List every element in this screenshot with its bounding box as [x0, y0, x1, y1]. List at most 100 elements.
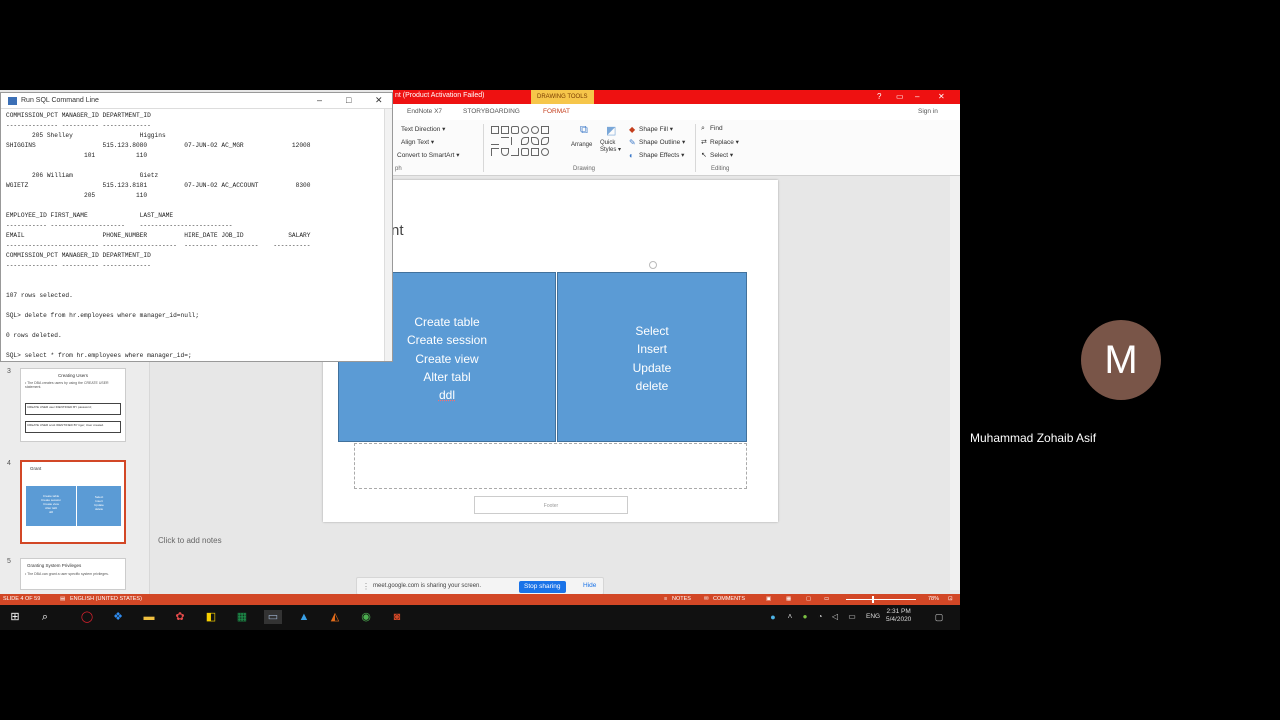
arc-shape-icon[interactable]	[541, 137, 549, 145]
convert-smartart-button[interactable]: Convert to SmartArt ▾	[397, 151, 460, 159]
network-icon[interactable]: ◔	[813, 610, 827, 624]
excel-icon[interactable]: ▦	[235, 610, 249, 624]
footer-placeholder[interactable]: Footer	[474, 496, 628, 514]
opera-icon[interactable]: ◯	[80, 610, 94, 624]
slide-thumbnail-4[interactable]: Grant Create table Create session Create…	[20, 460, 126, 544]
textbox-shape-icon[interactable]	[501, 126, 509, 134]
rectangle-shape-icon[interactable]	[491, 126, 499, 134]
brace-shape-icon[interactable]	[521, 148, 529, 156]
zoom-slider-thumb[interactable]	[872, 596, 874, 603]
zoom-slider[interactable]	[846, 599, 916, 600]
tray-clock[interactable]: 2:31 PM 5/4/2020	[886, 608, 911, 624]
shape-outline-icon[interactable]: ✎	[629, 138, 636, 147]
slideshow-icon[interactable]: ▭	[824, 596, 829, 602]
slide-thumbnail-5[interactable]: Granting System Privileges • The DBA can…	[20, 558, 126, 590]
shapes-gallery[interactable]	[489, 124, 565, 158]
tab-format[interactable]: FORMAT	[543, 108, 570, 115]
drag-handle-icon[interactable]: ⋮	[362, 582, 370, 591]
notes-placeholder[interactable]: Click to add notes	[158, 536, 222, 545]
arrow-shape-icon[interactable]	[511, 137, 519, 145]
language-indicator[interactable]: ENGLISH (UNITED STATES)	[70, 596, 142, 602]
shape-effects-icon[interactable]: ◐	[629, 151, 634, 160]
reading-view-icon[interactable]: ▢	[806, 596, 811, 602]
square-shape-icon[interactable]	[541, 126, 549, 134]
rotate-handle-icon[interactable]	[649, 261, 657, 269]
tab-endnote[interactable]: EndNote X7	[407, 108, 442, 115]
oval-shape-icon[interactable]	[521, 126, 529, 134]
rounded-rect-shape-icon[interactable]	[511, 126, 519, 134]
keyboard-icon[interactable]: ▭	[845, 610, 859, 624]
minimize-icon[interactable]: –	[915, 92, 919, 101]
bracket-shape-icon[interactable]	[531, 137, 539, 145]
sql-scrollbar[interactable]	[384, 109, 392, 361]
sql-console-output[interactable]: COMMISSION_PCT MANAGER_ID DEPARTMENT_ID …	[1, 109, 384, 361]
volume-icon[interactable]: ◁	[828, 610, 842, 624]
maximize-icon[interactable]: □	[346, 95, 351, 105]
notes-toggle[interactable]: NOTES	[672, 596, 691, 602]
select-icon[interactable]: ↖	[701, 151, 707, 159]
shape-fill-button[interactable]: Shape Fill ▾	[639, 125, 673, 133]
help-icon[interactable]: ●	[766, 610, 780, 624]
chrome-icon[interactable]: ◉	[359, 610, 373, 624]
input-language[interactable]: ENG	[866, 613, 880, 620]
settings-icon[interactable]: ✿	[173, 610, 187, 624]
photos-icon[interactable]: ▲	[297, 610, 311, 624]
shape-effects-button[interactable]: Shape Effects ▾	[639, 151, 684, 159]
line-shape-icon[interactable]	[501, 137, 509, 145]
powerpoint-icon[interactable]: ◙	[390, 610, 404, 624]
search-icon[interactable]: ⌕	[38, 610, 52, 624]
align-text-button[interactable]: Align Text ▾	[401, 138, 434, 146]
tray-app-icon[interactable]: ●	[798, 610, 812, 624]
find-button[interactable]: Find	[710, 125, 723, 132]
file-explorer-icon[interactable]: ▬	[142, 610, 156, 624]
normal-view-icon[interactable]: ▣	[766, 596, 771, 602]
windows-icon[interactable]: ⊞	[8, 610, 22, 624]
shape-outline-button[interactable]: Shape Outline ▾	[639, 138, 685, 146]
slide-scrollbar[interactable]	[950, 176, 960, 590]
drawing-tools-tab[interactable]: DRAWING TOOLS	[531, 90, 594, 104]
star-shape-icon[interactable]	[541, 148, 549, 156]
matlab-icon[interactable]: ◭	[328, 610, 342, 624]
replace-button[interactable]: Replace ▾	[710, 138, 739, 146]
dml-privileges-box[interactable]: Select Insert Update delete	[557, 261, 747, 442]
close-icon[interactable]: ✕	[375, 95, 383, 106]
find-icon[interactable]: ⌕	[701, 125, 705, 133]
shape-fill-icon[interactable]: ◆	[629, 125, 635, 134]
proofing-icon[interactable]: ▤	[60, 596, 65, 602]
notifications-icon[interactable]: ▢	[932, 610, 946, 624]
quick-styles-icon[interactable]: ◩	[606, 124, 616, 137]
minimize-icon[interactable]: –	[317, 95, 322, 105]
elbow-shape-icon[interactable]	[511, 148, 519, 156]
curve-shape-icon[interactable]	[521, 137, 529, 145]
triangle-shape-icon[interactable]	[491, 137, 499, 145]
frame-shape-icon[interactable]	[531, 148, 539, 156]
fit-slide-icon[interactable]: ⊡	[948, 596, 953, 602]
quick-styles-button[interactable]: Quick Styles ▾	[600, 140, 626, 154]
zoom-level[interactable]: 78%	[928, 596, 939, 602]
terminal-icon[interactable]: ▭	[264, 610, 282, 624]
arrange-button[interactable]: Arrange	[571, 142, 592, 148]
circle-shape-icon[interactable]	[531, 126, 539, 134]
chevron-up-icon[interactable]: ˄	[783, 610, 797, 624]
comments-icon[interactable]: ✉	[704, 596, 709, 602]
replace-icon[interactable]: ⇄	[701, 138, 707, 146]
close-icon[interactable]: ✕	[938, 92, 945, 101]
sticky-notes-icon[interactable]: ◧	[204, 610, 218, 624]
notes-icon[interactable]: ≡	[664, 596, 667, 602]
console-input-line[interactable]: SQL> select * from hr.employees where ma…	[6, 352, 192, 359]
select-button[interactable]: Select ▾	[710, 151, 733, 159]
ribbon-options-icon[interactable]: ▭	[896, 92, 904, 101]
tab-storyboarding[interactable]: STORYBOARDING	[463, 108, 520, 115]
hide-button[interactable]: Hide	[583, 582, 596, 589]
sql-command-window[interactable]: Run SQL Command Line – □ ✕ COMMISSION_PC…	[0, 92, 393, 362]
connector-shape-icon[interactable]	[491, 148, 499, 156]
text-direction-button[interactable]: Text Direction ▾	[401, 125, 445, 133]
help-icon[interactable]: ?	[877, 92, 881, 101]
slide-sorter-icon[interactable]: ▦	[786, 596, 791, 602]
sign-in-link[interactable]: Sign in	[918, 108, 938, 115]
stop-sharing-button[interactable]: Stop sharing	[519, 581, 566, 593]
slide-thumbnail-3[interactable]: Creating Users • The DBA creates users b…	[20, 368, 126, 442]
dropbox-icon[interactable]: ❖	[111, 610, 125, 624]
wave-shape-icon[interactable]	[501, 148, 509, 156]
sql-window-titlebar[interactable]: Run SQL Command Line – □ ✕	[1, 93, 392, 109]
